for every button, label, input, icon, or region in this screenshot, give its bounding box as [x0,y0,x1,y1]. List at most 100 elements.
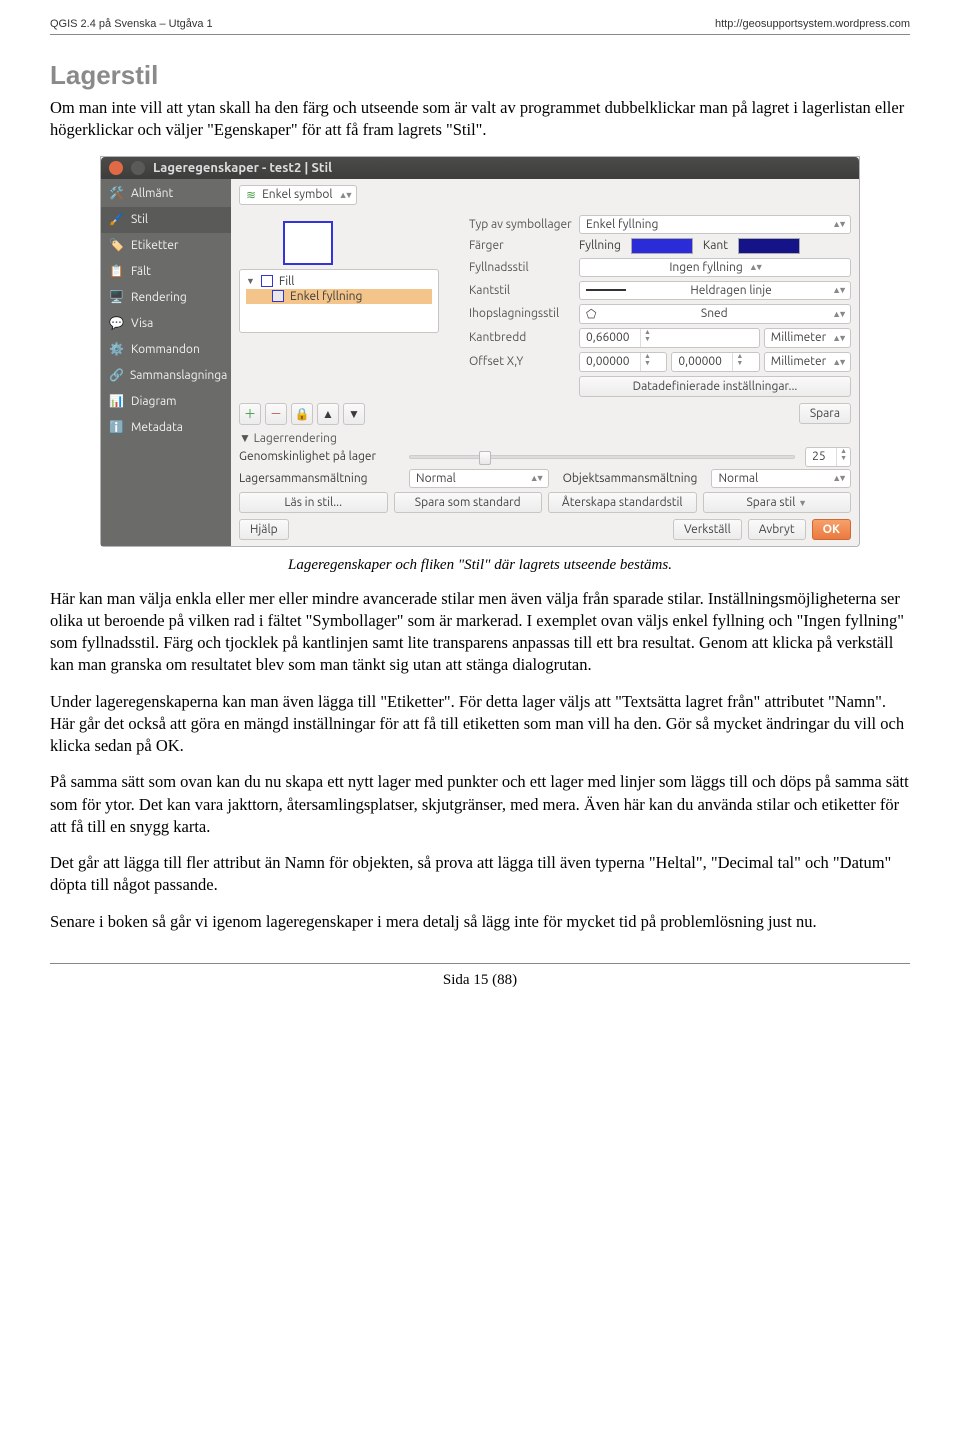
tooltip-icon: 💬 [109,316,125,332]
tree-row-fill[interactable]: ▼Fill [246,274,432,289]
sidebar-item-visa[interactable]: 💬Visa [101,311,231,337]
kantstil-combo[interactable]: Heldragen linje▲▼ [579,281,851,300]
dialog-titlebar: Lageregenskaper - test2 | Stil [101,157,859,179]
combo-value: Millimeter [771,355,826,368]
property-grid: Typ av symbollager Enkel fyllning▲▼ Färg… [469,209,851,397]
up-icon[interactable]: ▲ [317,403,339,425]
sidebar-item-allmant[interactable]: 🛠️Allmänt [101,181,231,207]
chevron-updown-icon: ▲▼ [832,473,844,483]
spin-value: 0,00000 [672,353,732,371]
sidebar-item-diagram[interactable]: 📊 Diagram [101,389,231,415]
expand-icon[interactable]: ▼ [246,276,255,286]
save-default-button[interactable]: Spara som standard [394,492,543,513]
chevron-updown-icon: ▲▼ [530,473,542,483]
close-icon[interactable] [109,161,123,175]
sidebar-item-label: Allmänt [131,187,173,200]
unit-combo[interactable]: Millimeter ▲▼ [764,328,851,348]
remove-icon[interactable]: － [265,403,287,425]
sidebar-item-rendering[interactable]: 🖥️Rendering [101,285,231,311]
combo-value: Sned [701,307,728,320]
chevron-updown-icon: ▲▼ [749,262,761,272]
doc-header-right: http://geosupportsystem.wordpress.com [715,18,910,30]
sidebar-item-label: Kommandon [131,343,200,356]
spin-down-icon[interactable]: ▼ [837,455,850,462]
sidebar-item-sammanslagning[interactable]: 🔗Sammanslagninga [101,363,231,389]
objektsamman-combo[interactable]: Normal▲▼ [711,469,851,488]
lock-icon[interactable]: 🔒 [291,403,313,425]
minimize-icon[interactable] [131,161,145,175]
combo-value: Millimeter [771,331,826,344]
transparency-spin[interactable]: 25▲▼ [805,447,851,467]
cancel-button[interactable]: Avbryt [748,519,806,540]
chevron-down-icon: ▼ [798,498,807,508]
spin-value: 0,00000 [580,353,640,371]
restore-default-button[interactable]: Återskapa standardstil [548,492,697,513]
chart-icon: 📊 [109,394,125,410]
symbol-icon: ≋ [246,188,256,202]
spin-down-icon[interactable]: ▼ [733,360,746,367]
fill-color-swatch[interactable] [631,238,693,254]
offset-y-spin[interactable]: 0,00000▲▼ [671,352,759,372]
kantbredd-label: Kantbredd [469,331,579,344]
body-para-2: Under lageregenskaperna kan man även läg… [50,691,910,758]
side-panel: 🛠️Allmänt 🖌️Stil 🏷️Etiketter 📋Fält 🖥️Ren… [101,179,231,546]
lagersamman-combo[interactable]: Normal ▲▼ [409,469,549,488]
lagerrendering-header[interactable]: ▼ Lagerrendering [239,431,851,445]
sidebar-item-etiketter[interactable]: 🏷️Etiketter [101,233,231,259]
gear-icon: ⚙️ [109,342,125,358]
body-para-3: På samma sätt som ovan kan du nu skapa e… [50,771,910,838]
sidebar-item-label: Diagram [131,395,177,408]
sidebar-item-label: Rendering [131,291,187,304]
tree-row-enkel[interactable]: Enkel fyllning [246,289,432,304]
sidebar-item-label: Sammanslagninga [130,369,227,382]
body-para-4: Det går att lägga till fler attribut än … [50,852,910,897]
sidebar-item-falt[interactable]: 📋Fält [101,259,231,285]
data-defined-button[interactable]: Datadefinierade inställningar... [579,376,851,397]
symbol-type-combo[interactable]: ≋ Enkel symbol ▲▼ [239,185,357,205]
sidebar-item-kommandon[interactable]: ⚙️ Kommandon [101,337,231,363]
typ-combo[interactable]: Enkel fyllning▲▼ [579,215,851,234]
apply-button[interactable]: Verkställ [673,519,742,540]
save-style-button[interactable]: Spara stil ▼ [703,492,852,513]
add-icon[interactable]: ＋ [239,403,261,425]
combo-value: Enkel fyllning [586,218,658,231]
ihop-combo[interactable]: ⬠Sned▲▼ [579,304,851,324]
border-color-swatch[interactable] [738,238,800,254]
transparency-slider[interactable] [409,455,795,459]
offset-x-spin[interactable]: 0,00000▲▼ [579,352,667,372]
section-header-label: Lagerrendering [254,432,337,445]
header-divider [50,34,910,35]
fields-icon: 📋 [109,264,125,280]
spin-value: 25 [806,448,836,466]
slider-knob-icon[interactable] [479,451,491,465]
combo-value: Ingen fyllning [669,261,742,274]
kant-label: Kant [703,239,728,252]
down-icon[interactable]: ▼ [343,403,365,425]
load-style-button[interactable]: Läs in stil... [239,492,388,513]
kantbredd-spin[interactable]: 0,66000▲▼ [579,328,760,348]
fyllnadsstil-label: Fyllnadsstil [469,261,579,274]
tree-label: Enkel fyllning [290,290,362,303]
help-button[interactable]: Hjälp [239,519,289,540]
chevron-updown-icon: ▲▼ [832,285,844,295]
chevron-updown-icon: ▲▼ [339,190,351,200]
spara-button[interactable]: Spara [799,403,851,424]
symbol-layer-tree[interactable]: ▼Fill Enkel fyllning [239,269,439,333]
footer-divider [50,963,910,964]
ok-button[interactable]: OK [812,519,851,540]
chevron-updown-icon: ▲▼ [832,309,844,319]
unit-combo-2[interactable]: Millimeter▲▼ [764,352,851,372]
fyllnadsstil-combo[interactable]: Ingen fyllning ▲▼ [579,258,851,277]
sidebar-item-stil[interactable]: 🖌️Stil [101,207,231,233]
info-icon: ℹ️ [109,420,125,436]
combo-value: Enkel symbol [262,188,333,201]
layer-properties-dialog: Lageregenskaper - test2 | Stil 🛠️Allmänt… [100,156,860,547]
objektsamman-label: Objektsammansmältning [559,472,702,485]
spin-value: 0,66000 [580,329,640,347]
sidebar-item-metadata[interactable]: ℹ️Metadata [101,415,231,441]
chevron-updown-icon: ▲▼ [832,333,844,343]
combo-value: Normal [416,472,456,485]
spin-down-icon[interactable]: ▼ [641,360,654,367]
line-icon [586,289,626,291]
spin-down-icon[interactable]: ▼ [641,336,654,343]
